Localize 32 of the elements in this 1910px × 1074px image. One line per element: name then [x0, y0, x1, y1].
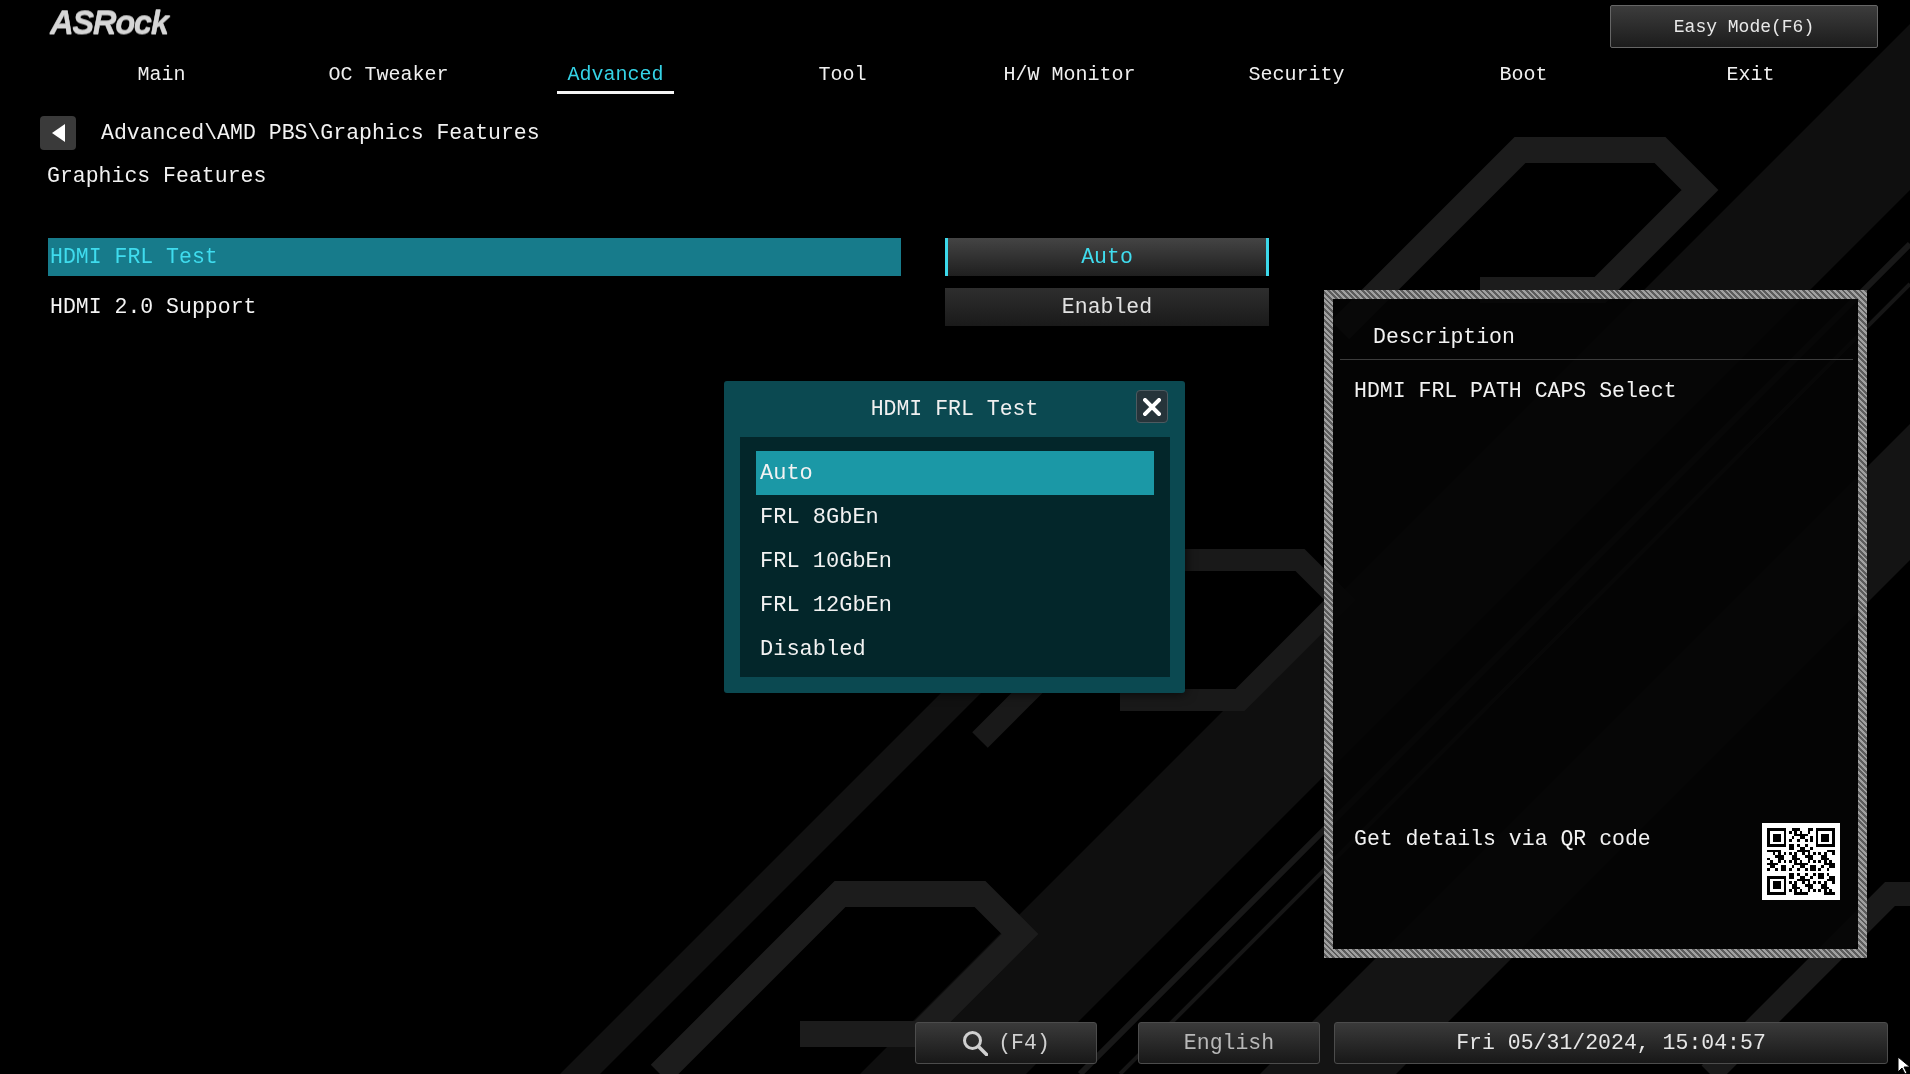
- search-button[interactable]: (F4): [915, 1022, 1097, 1064]
- option-item[interactable]: FRL 10GbEn: [756, 539, 1154, 583]
- search-icon: [962, 1030, 989, 1056]
- setting-value-button[interactable]: Auto: [945, 238, 1269, 276]
- back-button[interactable]: [40, 116, 76, 150]
- option-item[interactable]: FRL 8GbEn: [756, 495, 1154, 539]
- setting-value-button[interactable]: Enabled: [945, 288, 1269, 326]
- breadcrumb-path: Advanced\AMD PBS\Graphics Features: [101, 121, 540, 145]
- popup-title: HDMI FRL Test: [870, 397, 1039, 421]
- menu-tab[interactable]: Advanced: [557, 58, 674, 94]
- close-icon: [1143, 397, 1161, 416]
- qr-caption: Get details via QR code: [1354, 826, 1651, 853]
- menu-tab[interactable]: Security: [1238, 58, 1355, 94]
- close-button[interactable]: [1136, 390, 1168, 423]
- menu-tab[interactable]: H/W Monitor: [993, 58, 1146, 94]
- description-text: HDMI FRL PATH CAPS Select: [1353, 378, 1677, 405]
- menu-tab[interactable]: Main: [127, 58, 196, 94]
- option-item[interactable]: FRL 12GbEn: [756, 583, 1154, 627]
- menu-tab[interactable]: OC Tweaker: [318, 58, 459, 94]
- section-title: Graphics Features: [46, 163, 267, 190]
- qr-code-icon: [1762, 823, 1840, 900]
- option-item[interactable]: Disabled: [756, 627, 1154, 671]
- setting-label[interactable]: HDMI 2.0 Support: [48, 288, 901, 326]
- date-time: Fri 05/31/2024, 15:04:57: [1334, 1022, 1888, 1064]
- menu-tab[interactable]: Tool: [808, 58, 877, 94]
- menu-tab[interactable]: Exit: [1716, 58, 1785, 94]
- menu-tab[interactable]: Boot: [1489, 58, 1558, 94]
- left-triangle-icon: [51, 124, 65, 142]
- language-button[interactable]: English: [1138, 1022, 1320, 1064]
- brand-logo: ASRock: [50, 6, 168, 40]
- easy-mode-button[interactable]: Easy Mode(F6): [1610, 5, 1878, 48]
- description-title: Description: [1373, 324, 1515, 351]
